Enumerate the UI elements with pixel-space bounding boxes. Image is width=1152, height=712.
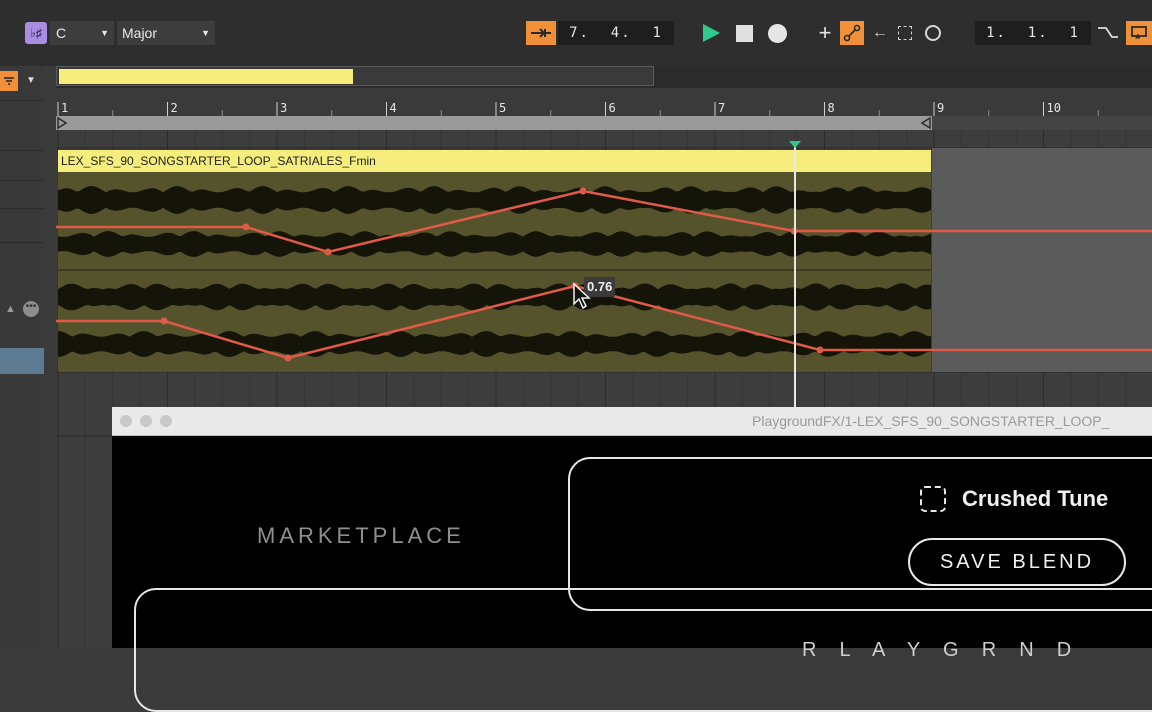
- automation-breakpoint[interactable]: [242, 223, 250, 231]
- play-button[interactable]: [700, 22, 724, 46]
- play-icon: [703, 24, 720, 42]
- ruler-bar-label: 3: [280, 101, 288, 115]
- ruler-bar-label: 10: [1046, 101, 1061, 115]
- ruler-bar-label: 7: [718, 101, 726, 115]
- bottom-letters: R L A Y G R N D: [802, 639, 1076, 661]
- chevron-down-icon: ▼: [201, 28, 210, 38]
- loop-brace[interactable]: [56, 116, 932, 130]
- song-position-display[interactable]: 7. 4. 1: [558, 21, 674, 45]
- automation-breakpoint[interactable]: [579, 187, 587, 195]
- playhead-marker-icon: [789, 141, 801, 148]
- loop-icon: [1131, 26, 1147, 39]
- save-blend-button[interactable]: SAVE BLEND: [908, 538, 1126, 586]
- marketplace-link[interactable]: MARKETPLACE: [257, 523, 465, 549]
- plugin-window[interactable]: PlaygroundFX/1-LEX_SFS_90_SONGSTARTER_LO…: [112, 407, 1152, 712]
- automation-breakpoint[interactable]: [816, 346, 824, 354]
- transport-bar: ♭♯ C ▼ Major ▼ 7. 4. 1 + ← 1. 1. 1: [0, 0, 1152, 66]
- ruler-bar-label: 4: [389, 101, 397, 115]
- key-value: C: [56, 25, 67, 41]
- back-to-arrangement-icon[interactable]: ←: [870, 22, 890, 44]
- ruler-ticks: [57, 102, 1099, 118]
- plugin-window-title: PlaygroundFX/1-LEX_SFS_90_SONGSTARTER_LO…: [752, 413, 1110, 429]
- scale-dropdown[interactable]: Major ▼: [117, 21, 215, 45]
- automation-icon: [843, 24, 861, 42]
- minimize-window-button[interactable]: [140, 415, 152, 427]
- more-options-icon[interactable]: •••: [23, 301, 39, 317]
- divider: [0, 100, 44, 101]
- ruler-bar-label: 9: [937, 101, 945, 115]
- stop-button[interactable]: [736, 25, 753, 42]
- ruler-bar-label: 6: [608, 101, 616, 115]
- automation-breakpoint[interactable]: [324, 248, 332, 256]
- save-blend-label: SAVE BLEND: [939, 550, 1095, 573]
- loop-start-display[interactable]: 1. 1. 1: [975, 21, 1091, 45]
- crushed-tune-icon: [920, 486, 946, 512]
- overview-clip: [59, 69, 353, 84]
- ruler-bar-label: 8: [827, 101, 835, 115]
- ruler-bar-label: 5: [499, 101, 507, 115]
- follow-button[interactable]: [526, 21, 556, 45]
- filter-button[interactable]: [0, 71, 18, 91]
- ruler-beyond-loop: [932, 116, 1152, 130]
- divider: [0, 242, 44, 243]
- divider: [0, 180, 44, 181]
- zoom-window-button[interactable]: [160, 415, 172, 427]
- chevron-down-icon[interactable]: ▼: [26, 75, 36, 86]
- plugin-title-bar[interactable]: PlaygroundFX/1-LEX_SFS_90_SONGSTARTER_LO…: [112, 407, 1152, 436]
- selected-track-strip[interactable]: [0, 348, 44, 374]
- ruler-bar-label: 2: [170, 101, 178, 115]
- add-icon[interactable]: +: [815, 20, 835, 46]
- overview-bar[interactable]: [56, 66, 1152, 88]
- divider: [0, 150, 44, 151]
- close-window-button[interactable]: [120, 415, 132, 427]
- scale-mode-icon[interactable]: ♭♯: [25, 22, 47, 44]
- preset-name: Crushed Tune: [962, 486, 1109, 511]
- loop-switch-button[interactable]: [1126, 21, 1152, 45]
- record-button[interactable]: [768, 24, 787, 43]
- automation-breakpoint[interactable]: [160, 317, 168, 325]
- chevron-down-icon: ▼: [100, 28, 109, 38]
- loop-start-value: 1. 1. 1: [986, 25, 1080, 41]
- overview-visible-range[interactable]: [56, 66, 654, 86]
- scale-value: Major: [122, 25, 158, 41]
- filter-icon: [4, 77, 14, 85]
- automation-breakpoint[interactable]: [284, 354, 292, 362]
- beat-time-ruler[interactable]: 1 2 3 4 5 6 7 8 9 10: [56, 96, 1152, 118]
- punch-in-icon[interactable]: [1096, 22, 1122, 44]
- follow-arrow-icon: [531, 28, 551, 38]
- track-header-column: ▼ ▲ •••: [0, 66, 44, 648]
- mouse-cursor-icon: [573, 282, 591, 310]
- session-record-icon[interactable]: [925, 25, 941, 41]
- key-dropdown[interactable]: C ▼: [50, 21, 114, 45]
- divider: [0, 208, 44, 209]
- ruler-bar-label: 1: [61, 101, 69, 115]
- capture-icon[interactable]: [898, 26, 912, 40]
- collapse-triangle-icon[interactable]: ▲: [5, 303, 16, 315]
- automation-arm-button[interactable]: [840, 21, 864, 45]
- song-position-value: 7. 4. 1: [569, 25, 663, 41]
- automation-line[interactable]: [56, 189, 1152, 254]
